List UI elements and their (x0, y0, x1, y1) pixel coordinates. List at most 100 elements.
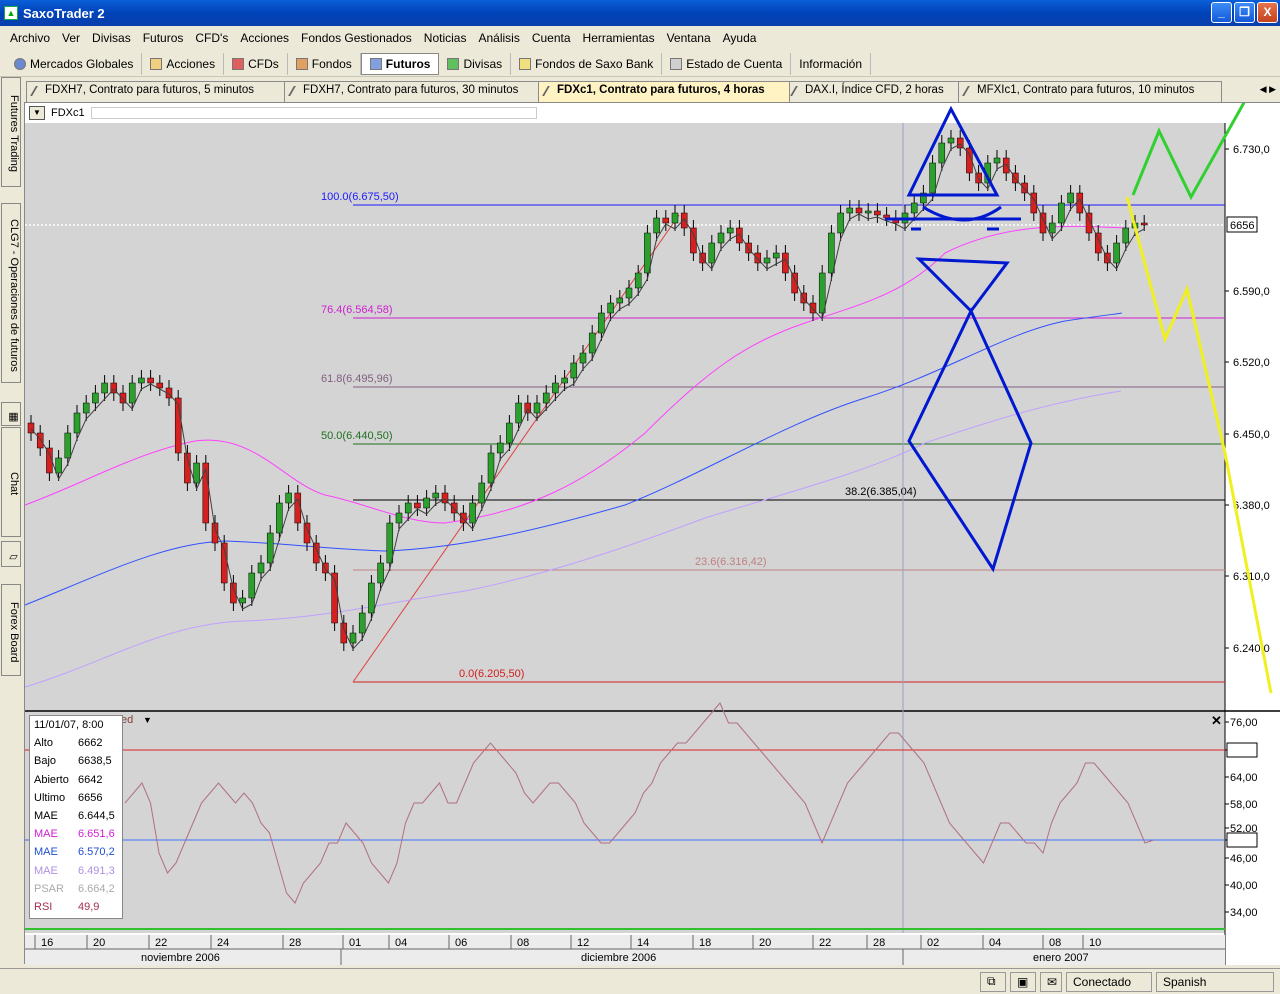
menu-divisas[interactable]: Divisas (86, 31, 137, 45)
side-tab-chat[interactable]: Chat (1, 427, 21, 537)
candle-body (64, 432, 72, 459)
candle-body (938, 142, 946, 164)
candle-body (1048, 222, 1056, 234)
menu-analisis[interactable]: Análisis (472, 31, 525, 45)
candle-body (846, 207, 854, 214)
price-axis-label: 6.730,0 (1233, 144, 1270, 156)
candle-body (478, 482, 486, 504)
toolbar-acciones[interactable]: Acciones (142, 52, 225, 75)
app-icon: ▲ (4, 6, 18, 20)
candle-body (368, 582, 375, 614)
chart-tab-fdxc1-4h[interactable]: FDXc1, Contrato para futuros, 4 horas (538, 81, 790, 102)
candle-body (276, 502, 283, 534)
candle-body (101, 382, 108, 394)
info-value: 6.491,3 (78, 864, 115, 877)
info-row: PSAR 6.664,2 (30, 880, 122, 898)
candle-body (349, 632, 357, 644)
menu-herramientas[interactable]: Herramientas (577, 31, 661, 45)
toolbar-divisas[interactable]: Divisas (439, 52, 512, 75)
candle-body (294, 492, 302, 524)
rsi-axis-label: 40,00 (1230, 880, 1258, 892)
x-axis-day-label: 22 (155, 937, 167, 949)
toolbar-estado-cuenta[interactable]: Estado de Cuenta (662, 52, 792, 75)
toolbar-fondos-saxo[interactable]: Fondos de Saxo Bank (511, 52, 663, 75)
candle-body (855, 207, 863, 214)
toolbar-futuros[interactable]: Futuros (360, 52, 440, 75)
candle-body (404, 502, 412, 514)
candle-body (285, 492, 292, 504)
toolbar-mercados-globales[interactable]: Mercados Globales (6, 52, 143, 75)
candle-body (55, 457, 62, 474)
x-axis-day-label: 28 (873, 937, 885, 949)
info-value: 6638,5 (78, 755, 112, 768)
chart-tab-mfxic1-10m[interactable]: MFXIc1, Contrato para futuros, 10 minuto… (958, 81, 1222, 102)
candle-body (772, 252, 780, 259)
info-key: MAE (34, 846, 58, 859)
fib-level-label: 76.4(6.564,58) (321, 304, 393, 316)
menu-cuenta[interactable]: Cuenta (526, 31, 577, 45)
info-row: MAE 6.570,2 (30, 843, 122, 861)
candle-body (138, 377, 145, 384)
saxo-funds-icon (519, 57, 532, 70)
side-tab-forex-board[interactable]: Forex Board (1, 584, 21, 676)
menu-futuros[interactable]: Futuros (137, 31, 190, 45)
info-datetime: 11/01/07, 8:00 (34, 719, 104, 732)
info-value: 49,9 (78, 900, 100, 913)
menu-ventana[interactable]: Ventana (661, 31, 717, 45)
info-row: RSI 49,9 (30, 898, 122, 916)
menu-acciones[interactable]: Acciones (234, 31, 295, 45)
close-button[interactable]: X (1257, 2, 1278, 23)
menu-ver[interactable]: Ver (56, 31, 86, 45)
toolbar-fondos[interactable]: Fondos (288, 52, 361, 75)
chart-tab-fdxh7-5m[interactable]: FDXH7, Contrato para futuros, 5 minutos (26, 81, 288, 102)
info-value: 6656 (78, 791, 103, 804)
chart-canvas: 6.730,0 6.590,0 6.520,0 6.450,0 6.380,0 6.310… (25, 103, 1280, 965)
candle-body (239, 597, 246, 604)
chart-menu-dropdown[interactable]: ▼ (29, 106, 45, 120)
restore-button[interactable]: ❐ (1234, 2, 1255, 23)
x-axis-day-label: 20 (93, 937, 105, 949)
side-tab-futures-trading[interactable]: Futures Trading (1, 77, 21, 187)
x-axis-day-label: 04 (395, 937, 407, 949)
candle-body (837, 212, 844, 234)
info-row: MAE 6.491,3 (30, 862, 122, 880)
tab-scroll-arrows[interactable]: ◀ ▶ (1260, 84, 1276, 95)
side-tab-operaciones-futuros[interactable]: CLG7 - Operaciones de futuros (1, 203, 21, 383)
rsi-axis-label: 34,00 (1230, 907, 1258, 919)
rsi-axis-label: 46,00 (1230, 853, 1258, 865)
info-key: MAE (34, 810, 58, 823)
chart-tab-fdxh7-30m[interactable]: FDXH7, Contrato para futuros, 30 minutos (284, 81, 542, 102)
candle-body (588, 332, 596, 354)
menu-cfds[interactable]: CFD's (189, 31, 234, 45)
rsi-dropdown-icon: ▼ (143, 715, 152, 725)
candle-body (625, 287, 633, 299)
chart-tab-dax-2h[interactable]: DAX.I, Índice CFD, 2 horas (786, 81, 962, 102)
menu-ayuda[interactable]: Ayuda (717, 31, 763, 45)
rsi-axis-label: 58,00 (1230, 799, 1258, 811)
toolbar-cfds[interactable]: CFDs (224, 52, 288, 75)
info-value: 6.570,2 (78, 846, 115, 859)
book-icon[interactable]: ▱ (1, 541, 21, 567)
candle-body (147, 377, 154, 384)
status-bar: ⧉ ▣ ✉ Conectado Spanish (0, 968, 1280, 994)
toolbar-informacion[interactable]: Información (791, 52, 871, 75)
x-axis-month-label: noviembre 2006 (141, 952, 220, 964)
candle-body (993, 157, 1001, 164)
grid-icon[interactable]: ▦ (1, 402, 21, 426)
candle-body (644, 232, 651, 274)
price-axis-label: 6.380,0 (1233, 500, 1270, 512)
chat-status-icon: ✉ (1040, 971, 1062, 992)
menu-archivo[interactable]: Archivo (4, 31, 56, 45)
x-axis-day-label: 20 (759, 937, 771, 949)
candle-body (395, 512, 403, 524)
candle-body (266, 532, 274, 564)
menu-noticias[interactable]: Noticias (418, 31, 473, 45)
minimize-button[interactable]: _ (1211, 2, 1232, 23)
menu-fondos-gestionados[interactable]: Fondos Gestionados (295, 31, 418, 45)
candle-body (487, 452, 495, 484)
candle-body (358, 612, 366, 634)
fx-icon (447, 57, 460, 70)
x-axis-day-label: 08 (517, 937, 529, 949)
x-axis-day-label: 16 (41, 937, 53, 949)
candle-body (616, 297, 624, 304)
